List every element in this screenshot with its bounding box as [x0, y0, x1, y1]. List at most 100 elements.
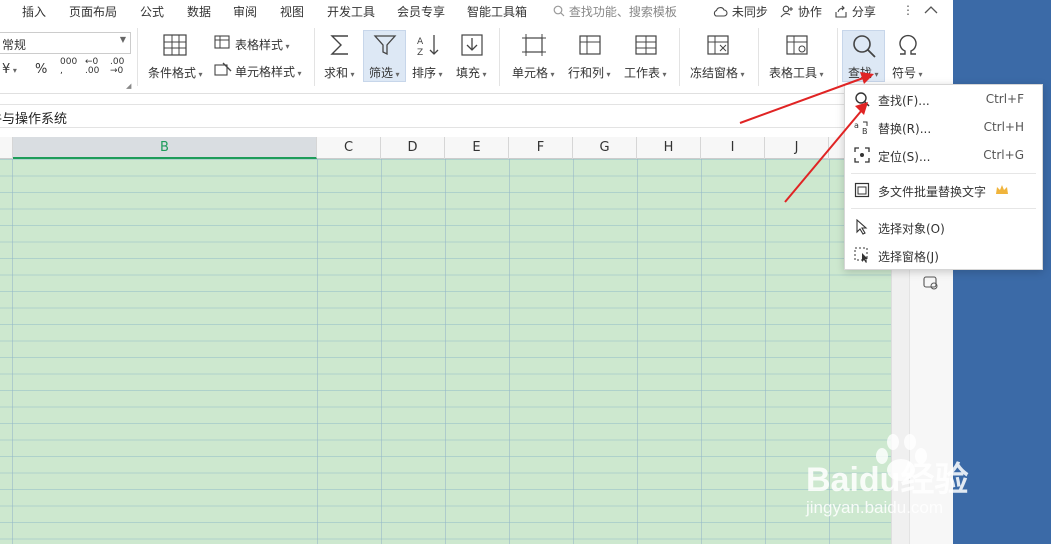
find-dropdown-menu: 查找(F)... Ctrl+F aB 替换(R)... Ctrl+H 定位(S)…: [844, 84, 1043, 270]
formula-content: 牛与操作系统: [0, 112, 68, 127]
menu-item-select-pane[interactable]: 选择窗格(J): [845, 242, 1042, 268]
menu-page-layout[interactable]: 页面布局: [69, 3, 117, 20]
number-format-value: 常规: [2, 38, 27, 52]
cell-icon: [522, 34, 546, 56]
menu-member[interactable]: 会员专享: [397, 3, 445, 20]
increase-decimal-button[interactable]: ←0.00: [85, 58, 99, 76]
table-tools-button[interactable]: 表格工具 ▾: [769, 64, 824, 81]
collab-button[interactable]: 协作: [780, 3, 822, 20]
decrease-decimal-button[interactable]: .00 →0: [110, 58, 124, 76]
cell-button[interactable]: 单元格 ▾: [512, 64, 555, 81]
menu-view[interactable]: 视图: [280, 3, 304, 20]
fill-button[interactable]: 填充 ▾: [456, 64, 487, 81]
cloud-icon: [713, 7, 728, 17]
share-button[interactable]: 分享: [834, 3, 876, 20]
ribbon-divider: [137, 28, 138, 86]
search-icon: [553, 5, 565, 17]
menu-insert[interactable]: 插入: [22, 3, 46, 20]
worksheet-label: 工作表: [624, 66, 661, 80]
decrease-decimal-label: .00: [110, 57, 125, 67]
column-header-b[interactable]: B: [13, 137, 317, 159]
worksheet-button[interactable]: 工作表 ▾: [624, 64, 667, 81]
ribbon-divider: [499, 28, 500, 86]
menu-item-select-object[interactable]: 选择对象(O): [845, 214, 1042, 240]
grid-line: [765, 159, 766, 544]
column-header-g[interactable]: G: [573, 137, 637, 159]
sum-button[interactable]: 求和 ▾: [324, 64, 355, 81]
fill-label: 填充: [456, 66, 481, 80]
dialog-launcher-icon[interactable]: ◢: [126, 82, 131, 90]
filter-label: 筛选: [369, 66, 394, 80]
find-icon: [853, 35, 876, 58]
menu-item-batch-replace[interactable]: 多文件批量替换文字: [845, 177, 1042, 203]
filter-button[interactable]: 筛选 ▾: [369, 64, 400, 81]
column-header-d[interactable]: D: [381, 137, 445, 159]
currency-button[interactable]: ¥ ▾: [2, 62, 17, 77]
column-header-i[interactable]: I: [701, 137, 765, 159]
collapse-ribbon-icon[interactable]: [924, 5, 938, 15]
cell-style-button[interactable]: 单元格样式 ▾: [235, 63, 302, 80]
feature-search-placeholder: 查找功能、搜索模板: [568, 5, 677, 19]
symbol-label: 符号: [892, 66, 917, 80]
menu-formula[interactable]: 公式: [140, 3, 164, 20]
column-header-j[interactable]: J: [765, 137, 829, 159]
column-header-e[interactable]: E: [445, 137, 509, 159]
ribbon-divider: [314, 28, 315, 86]
thousands-label: 000: [60, 57, 78, 67]
grid-line: [12, 159, 13, 544]
sort-button[interactable]: 排序 ▾: [412, 64, 443, 81]
column-header-h[interactable]: H: [637, 137, 701, 159]
percent-button[interactable]: %: [35, 62, 47, 77]
replace-icon: aB: [854, 121, 868, 135]
menu-item-locate-shortcut: Ctrl+G: [983, 148, 1024, 162]
column-header-c[interactable]: C: [317, 137, 381, 159]
symbol-button[interactable]: 符号 ▾: [892, 64, 923, 81]
row-column-label: 行和列: [568, 66, 605, 80]
menu-item-replace-label: 替换(R)...: [878, 122, 932, 136]
user-add-icon: [780, 5, 793, 18]
table-tools-icon: [786, 35, 808, 55]
crown-icon: [996, 185, 1008, 194]
menu-smart-toolbox[interactable]: 智能工具箱: [467, 3, 527, 20]
share-icon: [835, 5, 847, 18]
batch-replace-icon: [854, 182, 870, 198]
number-format-select[interactable]: 常规 ▼: [0, 32, 131, 54]
collab-label: 协作: [797, 5, 822, 19]
find-button[interactable]: 查找 ▾: [848, 64, 879, 81]
freeze-pane-button[interactable]: 冻结窗格 ▾: [690, 64, 745, 81]
filter-icon: [373, 35, 397, 56]
menu-data[interactable]: 数据: [187, 3, 211, 20]
column-header-f[interactable]: F: [509, 137, 573, 159]
menu-item-locate[interactable]: 定位(S)... Ctrl+G: [845, 142, 1042, 168]
sum-icon: [330, 35, 348, 55]
conditional-format-button[interactable]: 条件格式 ▾: [148, 64, 203, 81]
grid-line: [573, 159, 574, 544]
menu-divider: [851, 173, 1036, 174]
menu-developer[interactable]: 开发工具: [327, 3, 375, 20]
grid-line: [381, 159, 382, 544]
row-column-button[interactable]: 行和列 ▾: [568, 64, 611, 81]
column-header-row: B C D E F G H I J: [0, 137, 891, 159]
svg-text:B: B: [862, 127, 868, 135]
formula-bar[interactable]: 牛与操作系统: [0, 104, 953, 128]
search-icon: [855, 92, 870, 107]
svg-text:a: a: [854, 121, 859, 130]
ribbon-divider: [837, 28, 838, 86]
worksheet-icon: [635, 35, 657, 55]
svg-text:A: A: [417, 37, 424, 47]
watermark-url: jingyan.baidu.com: [806, 498, 944, 517]
menu-item-replace[interactable]: aB 替换(R)... Ctrl+H: [845, 114, 1042, 140]
find-label: 查找: [848, 66, 873, 80]
table-style-button[interactable]: 表格样式 ▾: [235, 36, 290, 53]
sync-status[interactable]: 未同步: [712, 3, 768, 20]
thousands-button[interactable]: 000,: [60, 58, 77, 76]
omega-icon: [899, 34, 917, 55]
menu-item-locate-label: 定位(S)...: [878, 150, 931, 164]
menu-item-select-object-label: 选择对象(O): [878, 222, 945, 236]
more-options-icon[interactable]: ⋮: [902, 3, 914, 17]
menu-item-find[interactable]: 查找(F)... Ctrl+F: [845, 86, 1042, 112]
menu-review[interactable]: 审阅: [233, 3, 257, 20]
grid-line: [445, 159, 446, 544]
side-tool-icon[interactable]: [922, 275, 940, 291]
feature-search[interactable]: 查找功能、搜索模板: [553, 3, 677, 20]
